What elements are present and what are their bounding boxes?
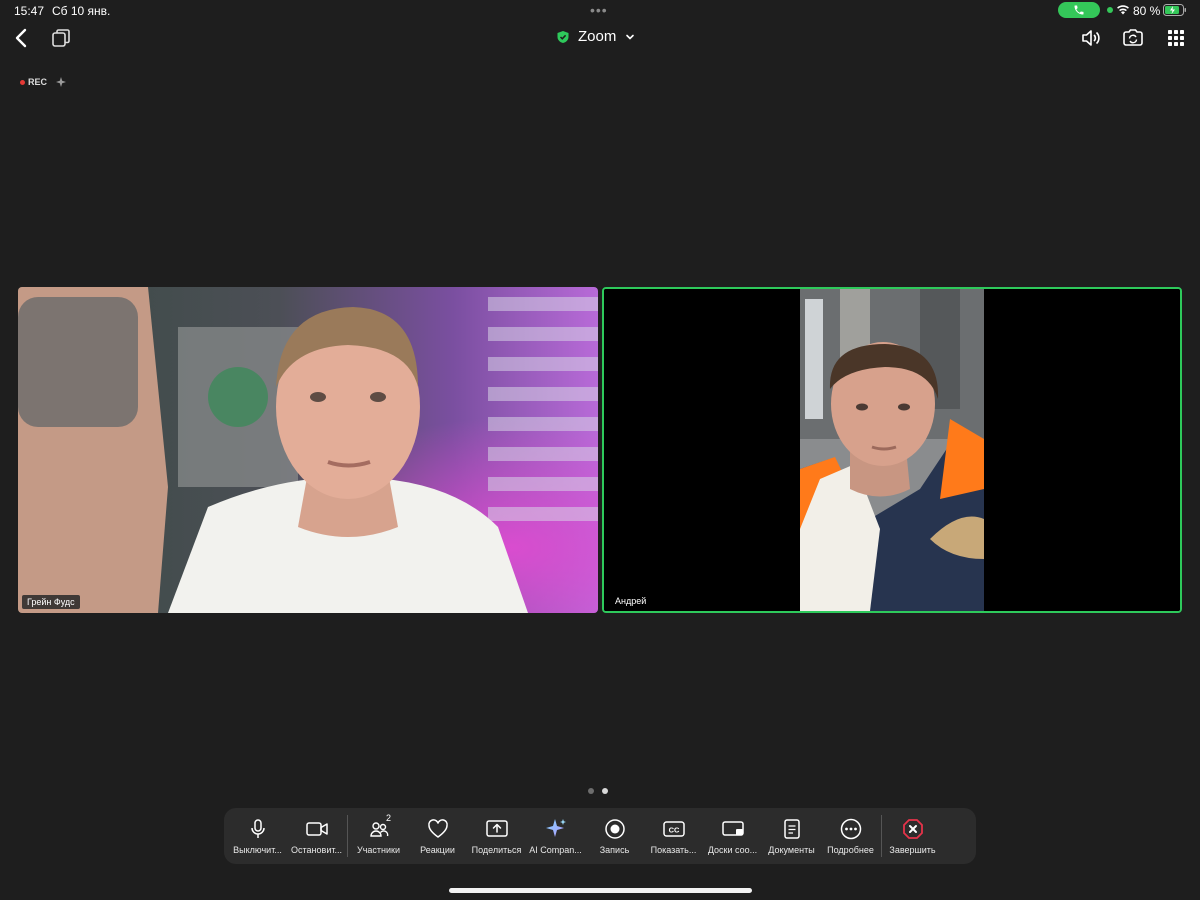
ai-companion-icon[interactable]: [55, 76, 67, 88]
status-time: 15:47: [14, 4, 45, 18]
reactions-button[interactable]: Реакции: [408, 808, 467, 864]
ai-companion-label: AI Compan...: [529, 845, 582, 855]
toolbar-divider: [881, 815, 882, 857]
shield-check-icon: [557, 30, 569, 43]
whiteboards-label: Доски соо...: [707, 845, 758, 855]
reactions-label: Реакции: [420, 845, 455, 855]
more-button[interactable]: Подробнее: [821, 808, 880, 864]
page-dot-active[interactable]: [602, 788, 608, 794]
participant-name-tag: Грейн Фудс: [22, 595, 80, 609]
home-indicator[interactable]: [449, 888, 752, 893]
heart-icon: [427, 819, 448, 838]
gallery-view-button[interactable]: [1164, 26, 1188, 50]
ai-sparkle-icon: [545, 819, 566, 837]
phone-icon: [1074, 5, 1084, 15]
participants-count-badge: 2: [386, 813, 392, 823]
whiteboard-icon: [721, 821, 744, 836]
video-camera-icon: [305, 822, 328, 836]
participant-video-feed: [604, 289, 1180, 611]
more-label: Подробнее: [827, 845, 874, 855]
recording-label: REC: [28, 77, 48, 87]
camera-flip-icon: [1123, 29, 1143, 46]
page-indicator[interactable]: [588, 788, 608, 794]
documents-button[interactable]: Документы: [762, 808, 821, 864]
pip-icon: [52, 29, 70, 47]
toolbar-divider: [347, 815, 348, 857]
whiteboards-button[interactable]: Доски соо...: [703, 808, 762, 864]
participants-button[interactable]: 2 Участники: [349, 808, 408, 864]
battery-percent: 80 %: [1133, 4, 1161, 18]
more-options-icon: [840, 818, 861, 840]
end-meeting-icon: [902, 819, 923, 839]
camera-in-use-dot: [1107, 7, 1113, 13]
share-label: Поделиться: [471, 845, 522, 855]
participant-name-tag: Андрей: [615, 596, 647, 606]
meeting-title: Zoom: [578, 28, 617, 45]
minimize-window-button[interactable]: [50, 27, 72, 49]
video-tile-participant-2[interactable]: Андрей: [602, 287, 1182, 613]
record-button[interactable]: Запись: [585, 808, 644, 864]
page-dot[interactable]: [588, 788, 594, 794]
captions-button[interactable]: CC Показать...: [644, 808, 703, 864]
end-meeting-button[interactable]: Завершить: [883, 808, 942, 864]
back-button[interactable]: [10, 26, 34, 50]
switch-camera-button[interactable]: [1121, 26, 1145, 50]
record-icon: [604, 819, 625, 839]
svg-text:CC: CC: [668, 826, 679, 835]
record-label: Запись: [599, 845, 630, 855]
end-meeting-label: Завершить: [889, 845, 936, 855]
captions-label: Показать...: [650, 845, 697, 855]
active-call-indicator[interactable]: [1058, 2, 1100, 18]
chevron-down-icon: [626, 34, 635, 40]
participants-label: Участники: [357, 845, 400, 855]
grid-icon: [1168, 30, 1184, 46]
share-screen-icon: [485, 820, 508, 837]
stop-video-button[interactable]: Остановит...: [287, 808, 346, 864]
video-label: Остановит...: [291, 845, 342, 855]
meeting-info-button[interactable]: Zoom: [556, 28, 636, 45]
participant-video-feed: [18, 287, 598, 613]
microphone-icon: [250, 819, 265, 838]
chevron-left-icon: [15, 28, 27, 48]
speaker-icon: [1082, 30, 1100, 46]
share-button[interactable]: Поделиться: [467, 808, 526, 864]
recording-dot: [20, 79, 25, 85]
audio-output-button[interactable]: [1079, 26, 1103, 50]
meeting-toolbar: Выключит... Остановит... 2 Участники Реа…: [224, 808, 976, 864]
documents-label: Документы: [768, 845, 815, 855]
closed-captions-icon: CC: [662, 821, 685, 837]
ai-companion-button[interactable]: AI Compan...: [526, 808, 585, 864]
status-date: Сб 10 янв.: [52, 4, 111, 18]
recording-indicator[interactable]: REC: [20, 77, 47, 87]
video-tile-participant-1[interactable]: Грейн Фудс: [18, 287, 598, 613]
battery-charging-icon: [1163, 4, 1186, 16]
document-icon: [783, 819, 800, 839]
multitasking-dots-icon[interactable]: •••: [590, 2, 608, 18]
wifi-icon: [1117, 5, 1129, 15]
mute-label: Выключит...: [233, 845, 282, 855]
mute-button[interactable]: Выключит...: [228, 808, 287, 864]
zoom-meeting-screen: 15:47 Сб 10 янв. ••• 80 % Zoom REC Грейн…: [0, 0, 1200, 900]
